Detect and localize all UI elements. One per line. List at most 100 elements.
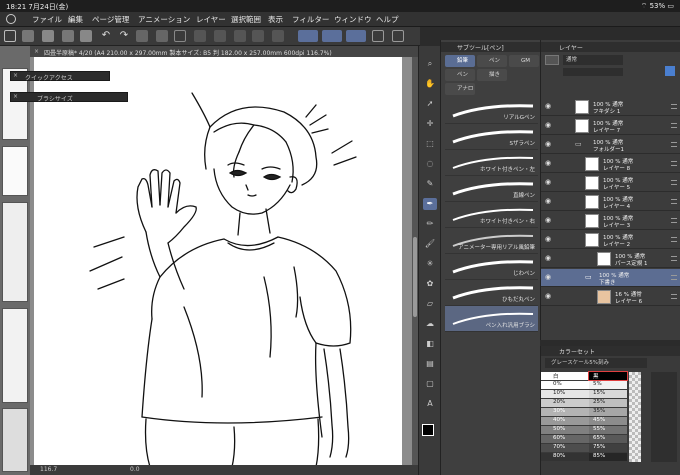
drag-handle-icon[interactable]: [671, 275, 677, 280]
layer-color-icon[interactable]: [665, 66, 675, 76]
layer-row[interactable]: ◉ 100 % 通常 パース定規 1: [541, 250, 680, 268]
page-thumbnail[interactable]: [2, 146, 28, 196]
redo-icon[interactable]: ↷: [118, 30, 130, 42]
pen-tool-icon[interactable]: ✒: [423, 198, 437, 210]
airbrush-tool-icon[interactable]: ✳: [423, 258, 437, 270]
document-tab[interactable]: × 四畳半原稿* 4/20 (A4 210.00 x 297.00mm 製本サイ…: [30, 46, 418, 57]
main-color-swatch[interactable]: [422, 424, 434, 436]
visibility-eye-icon[interactable]: ◉: [545, 159, 551, 167]
figure-tool-icon[interactable]: ▢: [423, 378, 437, 390]
expand-selection-icon[interactable]: [252, 30, 264, 42]
menu-view[interactable]: 表示: [268, 14, 283, 25]
layer-row[interactable]: ◉ 100 % 通常 レイヤー 3: [541, 212, 680, 230]
visibility-eye-icon[interactable]: ◉: [545, 254, 551, 262]
visibility-eye-icon[interactable]: ◉: [545, 121, 551, 129]
tab-close-icon[interactable]: ×: [34, 48, 39, 55]
scrollbar-thumb[interactable]: [413, 237, 417, 317]
hand-tool-icon[interactable]: ✋: [423, 78, 437, 90]
subtool-tab-draw[interactable]: 描き: [477, 69, 507, 81]
brush-tool-icon[interactable]: 🖌: [423, 238, 437, 250]
brush-size-palette[interactable]: × ブラシサイズ: [10, 92, 128, 103]
blend-tool-icon[interactable]: ☁: [423, 318, 437, 330]
color-swatch[interactable]: [541, 381, 589, 389]
visibility-eye-icon[interactable]: ◉: [545, 235, 551, 243]
fill-tool-icon[interactable]: ◧: [423, 338, 437, 350]
settings-icon[interactable]: [392, 30, 404, 42]
layer-row[interactable]: ◉ 100 % 通常 フキダシ 1: [541, 98, 680, 116]
brush-item[interactable]: アニメーター専用リアル風鉛筆: [445, 228, 538, 254]
opacity-slider[interactable]: [563, 68, 623, 76]
menu-file[interactable]: ファイル: [32, 14, 62, 25]
layer-row[interactable]: ◉ 100 % 通常 レイヤー 4: [541, 193, 680, 211]
gradient-tool-icon[interactable]: ▤: [423, 358, 437, 370]
page-thumbnail[interactable]: [2, 408, 28, 472]
deselect-icon[interactable]: [194, 30, 206, 42]
save-file-icon[interactable]: [62, 30, 74, 42]
shrink-selection-icon[interactable]: [272, 30, 284, 42]
open-file-icon[interactable]: [42, 30, 54, 42]
brush-item[interactable]: Sザラペン: [445, 124, 538, 150]
app-menu-icon[interactable]: [4, 30, 16, 42]
transform-icon[interactable]: [174, 30, 186, 42]
text-tool-icon[interactable]: A: [423, 398, 437, 410]
decoration-tool-icon[interactable]: ✿: [423, 278, 437, 290]
visibility-eye-icon[interactable]: ◉: [545, 102, 551, 110]
visibility-eye-icon[interactable]: ◉: [545, 178, 551, 186]
print-icon[interactable]: [372, 30, 384, 42]
visibility-eye-icon[interactable]: ◉: [545, 292, 551, 300]
brush-item-selected[interactable]: ペン入れ汎用ブラシ: [445, 306, 538, 332]
quick-access-palette[interactable]: × クイックアクセス: [10, 71, 110, 82]
subtool-tab-gm[interactable]: GM: [509, 55, 539, 67]
lasso-tool-icon[interactable]: ◌: [423, 158, 437, 170]
brush-size-close-icon[interactable]: ×: [13, 93, 18, 100]
invert-selection-icon[interactable]: [234, 30, 246, 42]
drag-handle-icon[interactable]: [671, 218, 677, 223]
menu-filter[interactable]: フィルター: [292, 14, 329, 25]
brush-item[interactable]: ひもだ丸ペン: [445, 280, 538, 306]
color-swatch[interactable]: [541, 372, 589, 380]
stabilizer-2-icon[interactable]: [322, 30, 342, 42]
menu-edit[interactable]: 編集: [68, 14, 83, 25]
selection-tool-icon[interactable]: ⬚: [423, 138, 437, 150]
drag-handle-icon[interactable]: [671, 104, 677, 109]
operation-tool-icon[interactable]: ➚: [423, 98, 437, 110]
menu-layer[interactable]: レイヤー: [196, 14, 226, 25]
blend-mode-icon[interactable]: [545, 55, 559, 65]
clear-icon[interactable]: [136, 30, 148, 42]
menu-window[interactable]: ウィンドウ: [334, 14, 372, 25]
crop-icon[interactable]: [214, 30, 226, 42]
colorset-select[interactable]: グレースケール5%刻み: [545, 358, 647, 368]
visibility-eye-icon[interactable]: ◉: [545, 140, 551, 148]
stabilizer-3-icon[interactable]: [346, 30, 366, 42]
subtool-tab-pen-a[interactable]: ペン: [477, 55, 507, 67]
zoom-value[interactable]: 116.7: [40, 466, 57, 473]
zoom-tool-icon[interactable]: ⌕: [423, 58, 437, 70]
drag-handle-icon[interactable]: [671, 237, 677, 242]
subtool-tab-pencil[interactable]: 鉛筆: [445, 55, 475, 67]
brush-item[interactable]: ホワイト付きペン・右: [445, 202, 538, 228]
drag-handle-icon[interactable]: [671, 123, 677, 128]
drag-handle-icon[interactable]: [671, 294, 677, 299]
stabilizer-1-icon[interactable]: [298, 30, 318, 42]
menu-animation[interactable]: アニメーション: [138, 14, 190, 25]
export-icon[interactable]: [80, 30, 92, 42]
layer-folder-row[interactable]: ◉ ▭ 100 % 通常 フォルダー1: [541, 136, 680, 154]
subtool-tab-analog[interactable]: アナロ: [445, 83, 475, 95]
drag-handle-icon[interactable]: [671, 180, 677, 185]
page-thumbnail[interactable]: [2, 202, 28, 302]
drag-handle-icon[interactable]: [671, 256, 677, 261]
menu-help[interactable]: ヘルプ: [376, 14, 399, 25]
subtool-tab-pen[interactable]: ペン: [445, 69, 475, 81]
new-file-icon[interactable]: [22, 30, 34, 42]
layer-row[interactable]: ◉ 100 % 通常 レイヤー 5: [541, 174, 680, 192]
brush-item[interactable]: リアルGペン: [445, 98, 538, 124]
quick-access-close-icon[interactable]: ×: [13, 72, 18, 79]
visibility-eye-icon[interactable]: ◉: [545, 273, 551, 281]
fill-icon[interactable]: [156, 30, 168, 42]
menu-page[interactable]: ページ管理: [92, 14, 129, 25]
brush-item[interactable]: ホワイト付きペン・左: [445, 150, 538, 176]
blend-mode-select[interactable]: 通常: [563, 55, 623, 65]
drag-handle-icon[interactable]: [671, 199, 677, 204]
app-logo-icon[interactable]: [6, 14, 16, 24]
layer-folder-row-selected[interactable]: ◉ ▭ 100 % 通常 下書き: [541, 269, 680, 287]
